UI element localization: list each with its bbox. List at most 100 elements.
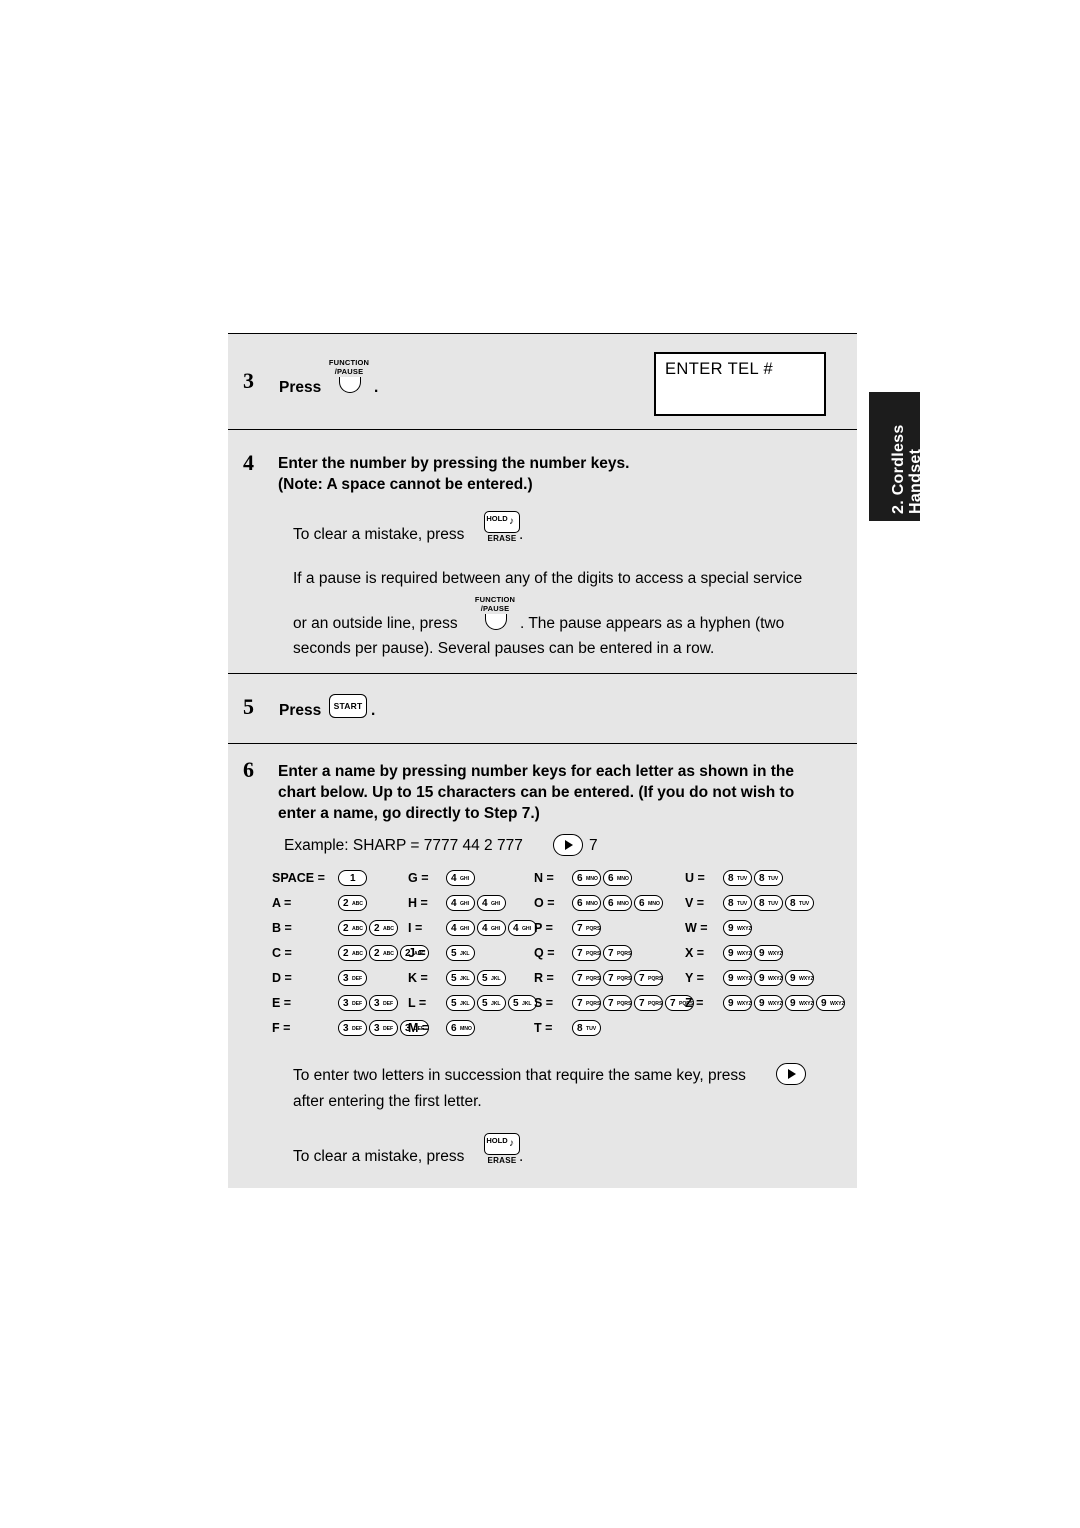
hold-erase-key-bottom[interactable]: HOLD ♪ ERASE [482,1133,522,1171]
number-key-6[interactable]: 6 MNO [446,1019,475,1036]
right-arrow-key-example[interactable] [553,834,583,856]
number-key-3[interactable]: 3 DEF [338,994,367,1011]
number-key-4[interactable]: 4 GHI [508,919,537,936]
number-key-letters: ABC [383,950,394,957]
number-key-digit: 4 [451,922,457,934]
number-key-3[interactable]: 3 DEF [338,969,367,986]
number-key-3[interactable]: 3 DEF [369,1019,398,1036]
number-key-5[interactable]: 5 JKL [446,969,475,986]
number-key-3[interactable]: 3 DEF [369,994,398,1011]
letter-chart-row: U = 8 TUV 8 TUV [685,869,847,894]
letter-chart-label: T = [534,1020,553,1035]
number-key-2[interactable]: 2 ABC [369,944,398,961]
hold-erase-key[interactable]: HOLD ♪ ERASE [482,511,522,549]
number-key-letters: MNO [586,875,598,882]
number-key-9[interactable]: 9 WXYZ [723,969,752,986]
number-key-6[interactable]: 6 MNO [634,894,663,911]
number-key-8[interactable]: 8 TUV [785,894,814,911]
step-6-example-suffix: 7 [589,837,598,854]
number-key-9[interactable]: 9 WXYZ [723,919,752,936]
number-key-8[interactable]: 8 TUV [723,869,752,886]
number-key-digit: 6 [451,1022,457,1034]
number-key-5[interactable]: 5 JKL [508,994,537,1011]
number-key-7[interactable]: 7 PQRS [634,969,663,986]
number-key-4[interactable]: 4 GHI [477,919,506,936]
number-key-letters: JKL [460,1000,470,1007]
number-key-9[interactable]: 9 WXYZ [785,969,814,986]
step-6-number: 6 [243,757,254,782]
letter-chart-row: Q = 7 PQRS 7 PQRS [534,944,696,969]
number-key-letters: PQRS [586,1000,601,1007]
number-key-8[interactable]: 8 TUV [572,1019,601,1036]
letter-chart-row: K = 5 JKL 5 JKL [408,969,539,994]
number-key-5[interactable]: 5 JKL [477,969,506,986]
number-key-1[interactable]: 1 [338,869,367,886]
number-key-2[interactable]: 2 ABC [369,919,398,936]
letter-chart-label: N = [534,870,554,885]
number-key-9[interactable]: 9 WXYZ [754,994,783,1011]
function-pause-key-inline-cap [485,614,507,630]
number-key-digit: 9 [759,997,765,1009]
number-key-4[interactable]: 4 GHI [446,894,475,911]
number-key-7[interactable]: 7 PQRS [603,969,632,986]
number-key-6[interactable]: 6 MNO [572,894,601,911]
right-arrow-key-inline[interactable] [776,1063,806,1085]
number-key-digit: 2 [343,922,349,934]
number-key-5[interactable]: 5 JKL [446,994,475,1011]
number-key-8[interactable]: 8 TUV [754,894,783,911]
number-key-3[interactable]: 3 DEF [338,1019,367,1036]
number-key-digit: 8 [728,897,734,909]
step-3-press-label: Press [279,379,322,396]
number-key-letters: MNO [617,875,629,882]
function-pause-key-inline[interactable]: FUNCTION /PAUSE [473,595,517,630]
number-key-letters: PQRS [648,1000,663,1007]
number-key-2[interactable]: 2 ABC [338,944,367,961]
number-key-7[interactable]: 7 PQRS [603,944,632,961]
number-key-7[interactable]: 7 PQRS [603,994,632,1011]
number-key-letters: ABC [383,925,394,932]
letter-chart-label: K = [408,970,428,985]
number-key-2[interactable]: 2 ABC [338,919,367,936]
step-4-heading-line2: (Note: A space cannot be entered.) [278,476,533,493]
number-key-digit: 8 [728,872,734,884]
function-pause-key[interactable]: FUNCTION /PAUSE [327,358,371,393]
number-key-7[interactable]: 7 PQRS [634,994,663,1011]
number-key-7[interactable]: 7 PQRS [572,944,601,961]
number-key-9[interactable]: 9 WXYZ [723,944,752,961]
number-key-4[interactable]: 4 GHI [477,894,506,911]
number-key-letters: MNO [617,900,629,907]
number-key-9[interactable]: 9 WXYZ [816,994,845,1011]
number-key-letters: GHI [491,900,500,907]
letter-chart-row: P = 7 PQRS [534,919,696,944]
number-key-digit: 4 [482,897,488,909]
number-key-9[interactable]: 9 WXYZ [785,994,814,1011]
hold-erase-key-cap: HOLD ♪ [484,511,520,533]
function-pause-key-inline-label: FUNCTION /PAUSE [474,595,516,613]
number-key-9[interactable]: 9 WXYZ [754,969,783,986]
number-key-letters: PQRS [586,950,601,957]
number-key-9[interactable]: 9 WXYZ [754,944,783,961]
number-key-6[interactable]: 6 MNO [572,869,601,886]
number-key-6[interactable]: 6 MNO [603,869,632,886]
number-key-8[interactable]: 8 TUV [754,869,783,886]
number-key-5[interactable]: 5 JKL [446,944,475,961]
number-key-6[interactable]: 6 MNO [603,894,632,911]
number-key-7[interactable]: 7 PQRS [572,969,601,986]
number-key-8[interactable]: 8 TUV [723,894,752,911]
number-key-digit: 6 [608,897,614,909]
right-arrow-icon-inline [788,1069,796,1079]
start-key[interactable]: START [329,694,367,718]
number-key-7[interactable]: 7 PQRS [572,994,601,1011]
number-key-5[interactable]: 5 JKL [477,994,506,1011]
step-6-succ-line2: after entering the first letter. [293,1093,482,1110]
number-key-letters: JKL [522,1000,532,1007]
letter-chart-label: W = [685,920,708,935]
number-key-letters: MNO [586,900,598,907]
number-key-2[interactable]: 2 ABC [338,894,367,911]
number-key-digit: 9 [728,972,734,984]
number-key-4[interactable]: 4 GHI [446,919,475,936]
number-key-9[interactable]: 9 WXYZ [723,994,752,1011]
number-key-7[interactable]: 7 PQRS [572,919,601,936]
number-key-4[interactable]: 4 GHI [446,869,475,886]
step-4-heading: Enter the number by pressing the number … [278,453,838,495]
